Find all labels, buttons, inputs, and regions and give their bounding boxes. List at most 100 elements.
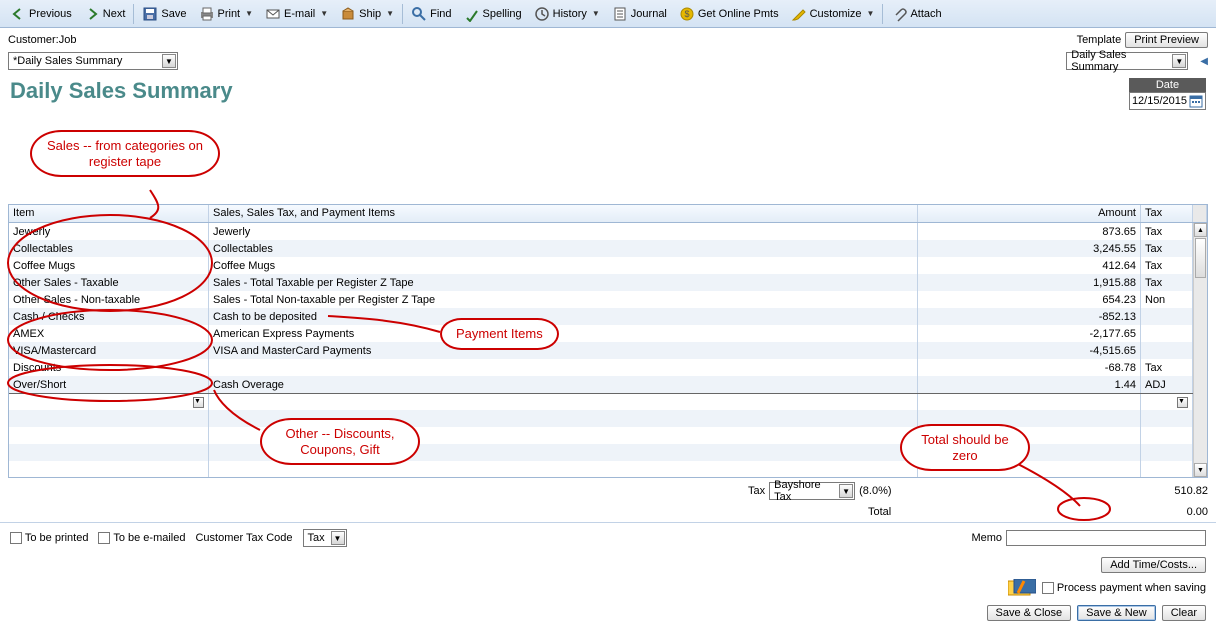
cell-item[interactable]: Collectables	[9, 240, 209, 257]
history-button[interactable]: History ▼	[528, 4, 606, 24]
cell-tax[interactable]: Tax	[1141, 223, 1193, 240]
cell-amount[interactable]: -852.13	[918, 308, 1141, 325]
cell-item[interactable]: AMEX	[9, 325, 209, 342]
add-time-costs-button[interactable]: Add Time/Costs...	[1101, 557, 1206, 573]
svg-text:$: $	[684, 9, 689, 19]
cell-desc[interactable]: Coffee Mugs	[209, 257, 918, 274]
cell-amount[interactable]: 3,245.55	[918, 240, 1141, 257]
col-header-tax[interactable]: Tax	[1141, 205, 1193, 222]
journal-button[interactable]: Journal	[606, 4, 673, 24]
memo-field[interactable]	[1006, 530, 1206, 546]
cell-tax[interactable]	[1141, 308, 1193, 325]
email-button[interactable]: E-mail ▼	[259, 4, 334, 24]
cell-desc[interactable]	[209, 394, 918, 410]
cell-amount[interactable]: 654.23	[918, 291, 1141, 308]
cell-desc[interactable]: VISA and MasterCard Payments	[209, 342, 918, 359]
get-online-pmts-button[interactable]: $ Get Online Pmts	[673, 4, 785, 24]
cell-item[interactable]: ▼	[9, 394, 209, 410]
cell-amount[interactable]: 412.64	[918, 257, 1141, 274]
cell-desc[interactable]: Sales - Total Non-taxable per Register Z…	[209, 291, 918, 308]
cell-tax[interactable]: Tax	[1141, 274, 1193, 291]
cell-tax[interactable]: Tax	[1141, 359, 1193, 376]
cell-desc[interactable]: Jewerly	[209, 223, 918, 240]
customer-job-combo[interactable]: *Daily Sales Summary ▼	[8, 52, 178, 70]
table-row[interactable]: Over/ShortCash Overage1.44ADJ	[9, 376, 1207, 393]
save-close-button[interactable]: Save & Close	[987, 605, 1072, 621]
cell-desc[interactable]: Cash to be deposited	[209, 308, 918, 325]
cell-item[interactable]: VISA/Mastercard	[9, 342, 209, 359]
cell-desc[interactable]: Cash Overage	[209, 376, 918, 393]
cell-tax[interactable]	[1141, 342, 1193, 359]
cell-tax[interactable]: Tax	[1141, 257, 1193, 274]
new-entry-row[interactable]: ▼▼	[9, 393, 1207, 410]
customer-tax-code-combo[interactable]: Tax ▼	[303, 529, 347, 547]
cell-item[interactable]: Other Sales - Non-taxable	[9, 291, 209, 308]
envelope-icon	[265, 6, 281, 22]
clear-button[interactable]: Clear	[1162, 605, 1206, 621]
table-row[interactable]: AMEXAmerican Express Payments-2,177.65	[9, 325, 1207, 342]
date-field[interactable]: 12/15/2015	[1129, 92, 1206, 110]
print-button[interactable]: Print ▼	[193, 4, 260, 24]
table-row[interactable]: Discounts -68.78Tax	[9, 359, 1207, 376]
cell-tax[interactable]: Tax	[1141, 240, 1193, 257]
cell-tax[interactable]: ADJ	[1141, 376, 1193, 393]
cell-item[interactable]: Other Sales - Taxable	[9, 274, 209, 291]
ship-button[interactable]: Ship ▼	[334, 4, 400, 24]
empty-row	[9, 427, 1207, 444]
cell-tax[interactable]	[1141, 325, 1193, 342]
cell-amount[interactable]	[918, 394, 1141, 410]
spelling-button[interactable]: Spelling	[458, 4, 528, 24]
grid-body[interactable]: JewerlyJewerly873.65TaxCollectablesColle…	[9, 223, 1207, 477]
table-row[interactable]: Other Sales - TaxableSales - Total Taxab…	[9, 274, 1207, 291]
to-be-printed-checkbox[interactable]: To be printed	[10, 532, 88, 544]
print-preview-button[interactable]: Print Preview	[1125, 32, 1208, 48]
table-row[interactable]: Other Sales - Non-taxableSales - Total N…	[9, 291, 1207, 308]
next-button[interactable]: Next	[78, 4, 132, 24]
cell-item[interactable]: Discounts	[9, 359, 209, 376]
process-payment-checkbox[interactable]: Process payment when saving	[1042, 582, 1206, 594]
cell-amount[interactable]: 1.44	[918, 376, 1141, 393]
chevron-down-icon[interactable]: ▼	[1177, 397, 1188, 408]
cell-item[interactable]: Cash / Checks	[9, 308, 209, 325]
find-button[interactable]: Find	[405, 4, 457, 24]
tax-item-combo[interactable]: Bayshore Tax ▼	[769, 482, 855, 500]
scroll-down-icon[interactable]: ▼	[1194, 463, 1207, 477]
tax-amount-value: 510.82	[1128, 485, 1208, 497]
cell-amount[interactable]: 873.65	[918, 223, 1141, 240]
scroll-thumb[interactable]	[1195, 238, 1206, 278]
scroll-up-icon[interactable]: ▲	[1194, 223, 1207, 237]
calendar-icon[interactable]	[1189, 94, 1203, 108]
customize-button[interactable]: Customize ▼	[785, 4, 881, 24]
total-label: Total	[868, 506, 891, 518]
cell-desc[interactable]: American Express Payments	[209, 325, 918, 342]
to-be-emailed-checkbox[interactable]: To be e-mailed	[98, 532, 185, 544]
table-row[interactable]: CollectablesCollectables3,245.55Tax	[9, 240, 1207, 257]
table-row[interactable]: JewerlyJewerly873.65Tax	[9, 223, 1207, 240]
cell-amount[interactable]: -2,177.65	[918, 325, 1141, 342]
col-header-amount[interactable]: Amount	[918, 205, 1141, 222]
cell-amount[interactable]: -68.78	[918, 359, 1141, 376]
col-header-item[interactable]: Item	[9, 205, 209, 222]
expand-handle-icon[interactable]: ◀	[1200, 56, 1208, 67]
cell-amount[interactable]: 1,915.88	[918, 274, 1141, 291]
cell-tax[interactable]: ▼	[1141, 394, 1193, 410]
table-row[interactable]: Coffee MugsCoffee Mugs412.64Tax	[9, 257, 1207, 274]
cell-amount[interactable]: -4,515.65	[918, 342, 1141, 359]
previous-button[interactable]: Previous	[4, 4, 78, 24]
table-row[interactable]: VISA/MastercardVISA and MasterCard Payme…	[9, 342, 1207, 359]
vertical-scrollbar[interactable]: ▲ ▼	[1193, 223, 1207, 477]
cell-desc[interactable]: Sales - Total Taxable per Register Z Tap…	[209, 274, 918, 291]
col-header-desc[interactable]: Sales, Sales Tax, and Payment Items	[209, 205, 918, 222]
cell-desc[interactable]: Collectables	[209, 240, 918, 257]
cell-tax[interactable]: Non	[1141, 291, 1193, 308]
template-combo[interactable]: Daily Sales Summary ▼	[1066, 52, 1188, 70]
cell-desc[interactable]	[209, 359, 918, 376]
cell-item[interactable]: Coffee Mugs	[9, 257, 209, 274]
cell-item[interactable]: Jewerly	[9, 223, 209, 240]
table-row[interactable]: Cash / ChecksCash to be deposited-852.13	[9, 308, 1207, 325]
attach-button[interactable]: Attach	[885, 4, 947, 24]
save-button[interactable]: Save	[136, 4, 192, 24]
cell-item[interactable]: Over/Short	[9, 376, 209, 393]
save-new-button[interactable]: Save & New	[1077, 605, 1156, 621]
chevron-down-icon[interactable]: ▼	[193, 397, 204, 408]
